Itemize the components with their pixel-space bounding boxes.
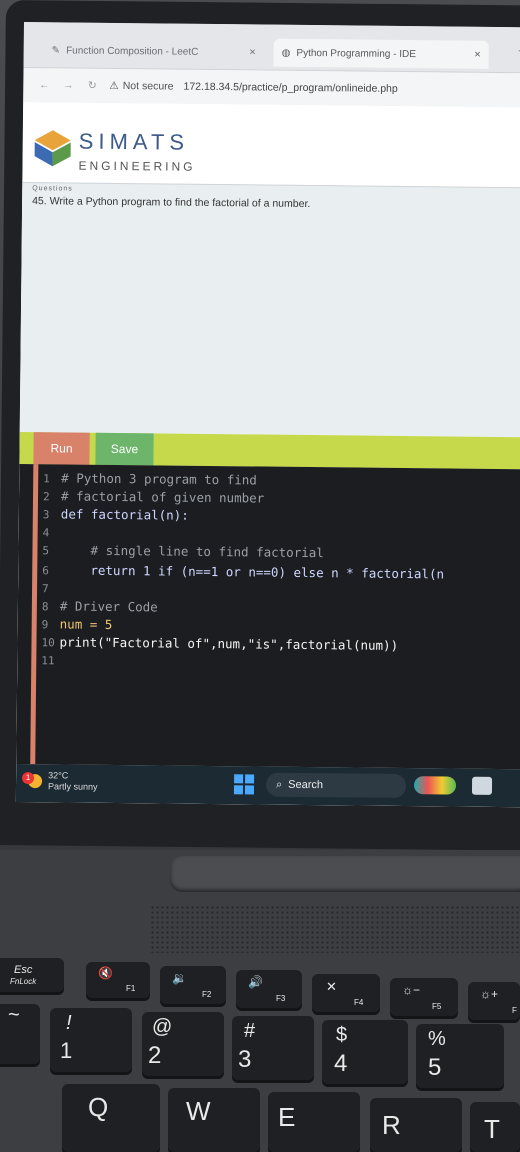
key-f6[interactable]: ☼+ F [468, 982, 520, 1020]
volume-up-icon: 🔊 [248, 975, 263, 989]
close-tab-icon[interactable]: × [249, 46, 256, 58]
back-icon[interactable]: ← [37, 79, 51, 91]
section-label: Questions [32, 185, 73, 193]
code-line: 2 # factorial of given number [42, 488, 265, 506]
notification-badge: 1 [22, 772, 35, 785]
windows-start-icon[interactable] [233, 774, 255, 795]
weather-desc: Partly sunny [47, 781, 98, 792]
code-line: 7 [41, 582, 49, 596]
editor-toolbar: Run Save [19, 431, 520, 470]
search-icon: ⌕ [275, 778, 283, 791]
weather-temp: 32°C [48, 770, 69, 781]
tab-label: Python Programming - IDE [296, 47, 416, 60]
security-label: Not secure [122, 80, 174, 93]
key-e[interactable]: E [268, 1092, 360, 1152]
code-line: 1 # Python 3 program to find [43, 470, 257, 488]
key-f2[interactable]: 🔉 F2 [160, 966, 226, 1004]
key-r[interactable]: R [370, 1098, 462, 1152]
code-line: 4 [42, 526, 50, 540]
taskbar-app-icons[interactable] [413, 776, 457, 795]
key-f1[interactable]: 🔇 F1 [86, 962, 150, 998]
mic-mute-icon: ✕ [326, 979, 337, 994]
key-esc[interactable]: Esc FnLock [0, 958, 64, 992]
brightness-up-icon: ☼+ [480, 987, 499, 1001]
tab-leetcode[interactable]: ✎ Function Composition - LeetC × [44, 36, 264, 66]
brand-subtitle: ENGINEERING [78, 158, 196, 174]
weather-sun-icon: 1 [22, 772, 43, 789]
key-tilde[interactable]: ~ [0, 1004, 40, 1064]
reload-icon[interactable]: ↻ [85, 80, 99, 92]
tab-python-ide[interactable]: ◍ Python Programming - IDE × [273, 38, 489, 69]
close-tab-icon[interactable]: × [474, 49, 481, 61]
question-text: 45. Write a Python program to find the f… [32, 195, 311, 211]
simats-logo-icon [34, 130, 71, 167]
save-button[interactable]: Save [95, 432, 154, 466]
tab-label: Function Composition - LeetC [66, 44, 199, 58]
laptop-hinge [170, 856, 520, 892]
volume-down-icon: 🔉 [172, 971, 187, 985]
security-indicator[interactable]: ⚠ Not secure [109, 80, 173, 93]
code-editor[interactable]: 1 # Python 3 program to find 2 # factorial… [16, 463, 520, 775]
browser-tab-bar: ✎ Function Composition - LeetC × ◍ Pytho… [23, 22, 520, 74]
forward-icon[interactable]: → [61, 79, 75, 91]
key-2[interactable]: @ 2 [142, 1012, 224, 1076]
mute-icon: 🔇 [98, 966, 113, 980]
laptop-screen: ✎ Function Composition - LeetC × ◍ Pytho… [15, 22, 520, 808]
code-line: 9 num = 5 [41, 616, 113, 632]
key-w[interactable]: W [168, 1088, 260, 1152]
key-f4[interactable]: ✕ F4 [312, 974, 380, 1012]
photo-scene: { "browser": { "tabs": [ {"label": "Func… [0, 0, 520, 1152]
code-line: 11 [41, 654, 55, 668]
key-f3[interactable]: 🔊 F3 [236, 970, 302, 1008]
code-line: 3 def factorial(n): [42, 506, 189, 523]
brightness-down-icon: ☼− [402, 983, 421, 997]
key-q[interactable]: Q [62, 1084, 160, 1152]
speaker-grille [150, 905, 520, 953]
taskbar-search[interactable]: ⌕ Search [265, 772, 407, 799]
key-3[interactable]: # 3 [232, 1016, 314, 1080]
weather-widget[interactable]: 1 32°C Partly sunny [22, 770, 98, 793]
windows-taskbar: 1 32°C Partly sunny ⌕ Search [15, 763, 520, 808]
search-label: Search [288, 778, 324, 792]
address-bar: ← → ↻ ⚠ Not secure 172.18.34.5/practice/… [23, 67, 520, 108]
warning-icon: ⚠ [109, 79, 119, 92]
tab-favicon-icon: ✎ [51, 44, 61, 56]
code-line: 5 # single line to find factorial [42, 542, 324, 561]
globe-icon: ◍ [281, 47, 291, 59]
key-5[interactable]: % 5 [416, 1024, 504, 1088]
code-line: 10 print("Factorial of",num,"is",factoria… [41, 634, 399, 653]
code-line: 6 return 1 if (n==1 or n==0) else n * fa… [42, 562, 445, 582]
question-panel: Questions 45. Write a Python program to … [19, 181, 520, 438]
key-t[interactable]: T [470, 1102, 520, 1152]
code-line: 8 # Driver Code [41, 598, 158, 615]
key-4[interactable]: $ 4 [322, 1020, 408, 1084]
brand-name: SIMATS [78, 128, 190, 155]
run-button[interactable]: Run [33, 432, 90, 465]
taskbar-app-icon[interactable] [471, 776, 493, 795]
url-text[interactable]: 172.18.34.5/practice/p_program/onlineide… [183, 81, 397, 95]
key-1[interactable]: ! 1 [50, 1008, 132, 1072]
key-f5[interactable]: ☼− F5 [390, 978, 458, 1016]
editor-gutter-bar [30, 464, 39, 775]
ide-page: SIMATS ENGINEERING Questions 45. Write a… [15, 101, 520, 808]
